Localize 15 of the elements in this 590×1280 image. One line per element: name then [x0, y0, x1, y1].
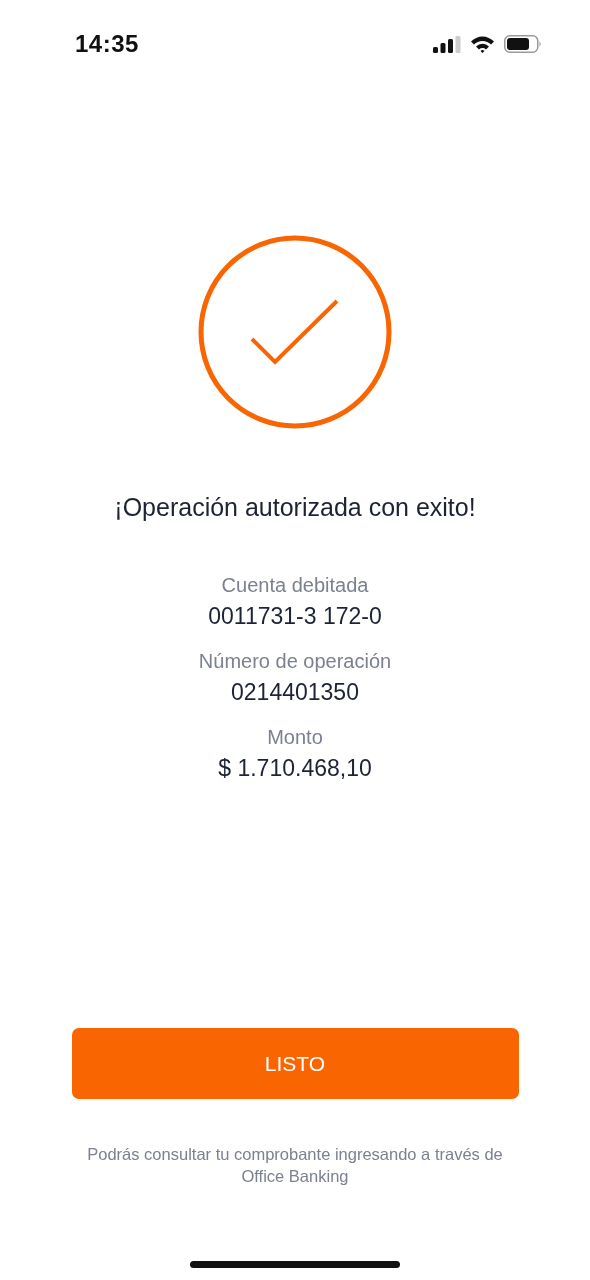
battery-icon: [504, 35, 542, 53]
footer-note: Podrás consultar tu comprobante ingresando a través de Office Banking: [86, 1144, 504, 1187]
status-time: 14:35: [75, 30, 139, 58]
success-title: ¡Operación autorizada con exito!: [114, 493, 476, 522]
detail-value: $ 1.710.468,10: [218, 755, 372, 782]
home-indicator[interactable]: [190, 1261, 400, 1268]
detail-label: Número de operación: [198, 650, 392, 673]
done-button[interactable]: LISTO: [71, 1028, 519, 1099]
detail-value: 0011731-3 172-0: [208, 603, 382, 630]
wifi-icon: [470, 35, 495, 53]
detail-label: Cuenta debitada: [221, 574, 369, 597]
success-check-icon: [198, 235, 392, 429]
detail-label: Monto: [267, 726, 323, 749]
detail-value: 0214401350: [231, 679, 359, 706]
signal-icon: [433, 35, 461, 53]
